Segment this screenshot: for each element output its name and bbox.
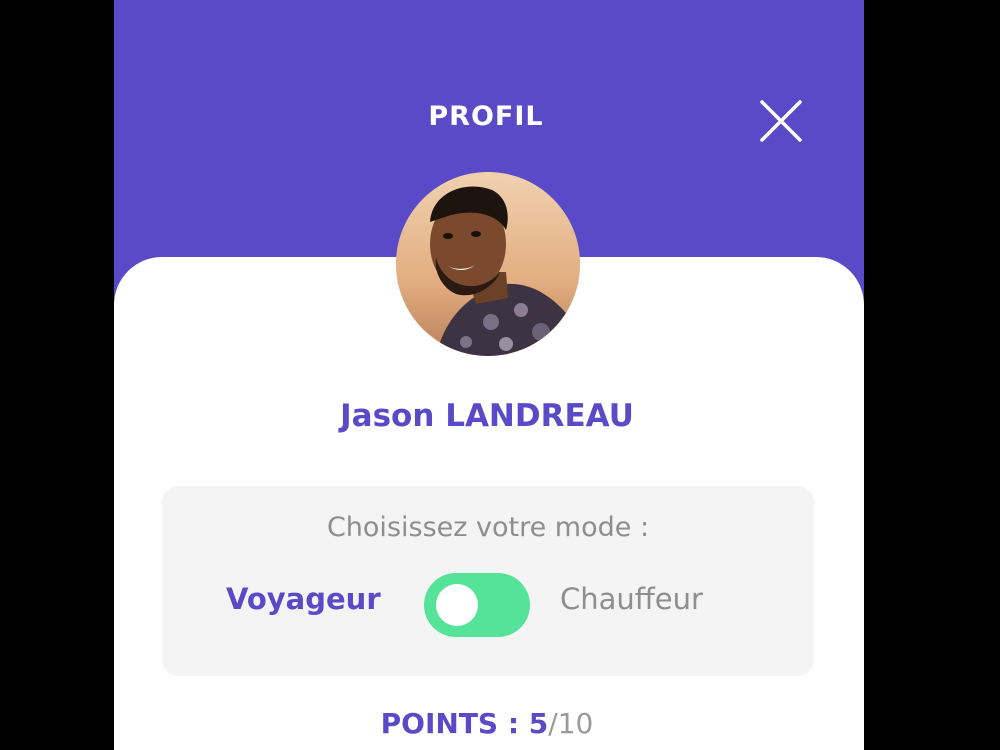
close-icon <box>760 100 802 142</box>
avatar <box>396 172 580 356</box>
points-max: 10 <box>557 707 594 740</box>
mode-prompt: Choisissez votre mode : <box>326 512 650 543</box>
mode-option-voyageur[interactable]: Voyageur <box>226 582 381 616</box>
mode-selector: Choisissez votre mode : Voyageur Chauffe… <box>162 486 814 676</box>
points-display: POINTS : 5/10 <box>114 707 862 740</box>
mode-option-chauffeur[interactable]: Chauffeur <box>560 582 703 616</box>
points-separator: / <box>548 707 558 740</box>
close-button[interactable] <box>758 98 804 144</box>
user-name: Jason LANDREAU <box>340 398 634 434</box>
user-photo <box>396 172 580 356</box>
profile-screen: PROFIL Jason LANDREAU Choisissez votre m… <box>114 0 864 750</box>
page-title: PROFIL <box>428 101 544 132</box>
toggle-knob <box>436 584 478 626</box>
mode-toggle[interactable] <box>424 573 530 637</box>
points-label: POINTS : <box>380 707 529 740</box>
points-value: 5 <box>528 707 549 740</box>
